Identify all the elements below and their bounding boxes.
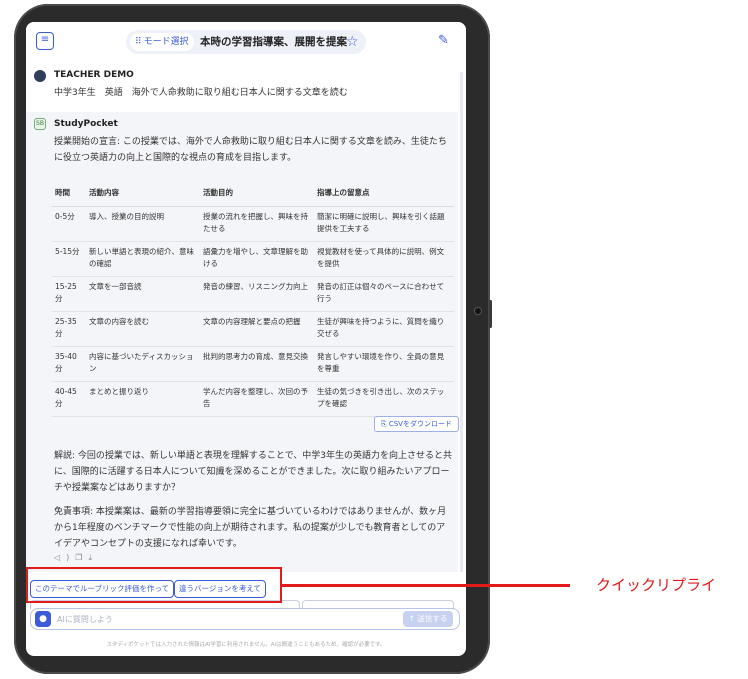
chat-input[interactable] [57,611,357,627]
callout-label: クイックリプライ [596,576,717,594]
table-row: 40-45分 まとめと振り返り 学んだ内容を整理し、次回の予告 生徒の気づきを引… [52,381,454,417]
mode-select-label: モード選択 [143,37,189,47]
download-icon: ⎘ [381,420,389,428]
table-cell: 新しい単語と表現の紹介、意味の確認 [86,241,200,277]
user-name: TEACHER DEMO [54,70,134,80]
top-bar: ≡ ⠿ モード選択 本時の学習指導案、展開を提案 ☆ ✎ [26,22,466,62]
table-cell: 発言しやすい環境を作り、全員の意見を尊重 [314,346,454,382]
star-icon[interactable]: ☆ [346,30,359,54]
edit-icon[interactable]: ✎ [438,32,449,50]
table-row: 15-25分 文章を一部音読 発音の練習、リスニング力向上 発音の訂正は個々のペ… [52,276,454,312]
speaker-icon[interactable]: ◁) [54,553,75,562]
bot-intro: 授業開始の宣言: この授業では、海外で人命救助に取り組む日本人に関する文章を読み… [54,137,447,163]
bot-avatar-icon: SB [34,118,46,130]
table-cell: 文章の内容を読む [86,311,200,347]
user-message-text: 中学3年生 英語 海外で人命救助に取り組む日本人に関する文章を読む [54,88,348,98]
table-cell: 35-40分 [52,346,86,382]
footer-note: スタディポケットでは入力された情報はAI学習に利用されません。AIは間違うことも… [106,642,386,648]
table-cell: まとめと振り返り [86,381,200,417]
table-cell: 40-45分 [52,381,86,417]
table-cell: 25-35分 [52,311,86,347]
table-cell: 簡潔に明確に説明し、興味を引く話題提供を工夫する [314,206,454,242]
table-cell: 語彙力を増やし、文章理解を助ける [200,241,314,277]
download-icon[interactable]: ⤓ [88,553,98,562]
table-header-row: 時間 活動内容 活動目的 指導上の留意点 [52,178,454,207]
csv-download-label: CSVをダウンロード [388,420,452,428]
mode-header: ⠿ モード選択 本時の学習指導案、展開を提案 ☆ [126,30,366,54]
table-cell: 0-5分 [52,206,86,242]
menu-icon[interactable]: ≡ [36,32,54,50]
table-header: 活動目的 [200,178,314,207]
table-cell: 文章の内容理解と要点の把握 [200,311,314,347]
tablet-side-button [489,300,492,328]
bot-message: SB StudyPocket 授業開始の宣言: この授業では、海外で人命救助に取… [26,112,459,572]
copy-icon[interactable]: ❐ [75,553,88,562]
send-button[interactable]: ↑ 送信する [403,611,453,627]
page-title: 本時の学習指導案、展開を提案 [200,36,347,48]
table-cell: 生徒が興味を持つように、質問を織り交ぜる [314,311,454,347]
table-cell: 内容に基づいたディスカッション [86,346,200,382]
mic-icon[interactable]: ● [35,611,51,627]
table-row: 35-40分 内容に基づいたディスカッション 批判的思考力の育成、意見交換 発言… [52,346,454,382]
callout-line [282,584,570,587]
bot-name: StudyPocket [54,119,118,129]
table-header: 時間 [52,178,86,207]
user-message: TEACHER DEMO 中学3年生 英語 海外で人命救助に取り組む日本人に関す… [26,62,456,112]
send-label: 送信する [417,614,448,623]
table-cell: 批判的思考力の育成、意見交換 [200,346,314,382]
table-row: 0-5分 導入、授業の目的説明 授業の流れを把握し、興味を持たせる 簡潔に明確に… [52,206,454,242]
quick-reply-highlight [26,567,282,603]
table-cell: 文章を一部音読 [86,276,200,312]
csv-download-button[interactable]: ⎘ CSVをダウンロード [374,416,459,432]
app-screen: ≡ ⠿ モード選択 本時の学習指導案、展開を提案 ☆ ✎ TEACHER DEMO… [26,22,466,656]
scrollbar[interactable] [460,72,463,572]
table-cell: 導入、授業の目的説明 [86,206,200,242]
chat-input-bar: ● ↑ 送信する [30,608,460,630]
table-cell: 発音の訂正は個々のペースに合わせて行う [314,276,454,312]
table-cell: 15-25分 [52,276,86,312]
bot-explanation: 解説: 今回の授業では、新しい単語と表現を理解することで、中学3年生の英語力を向… [54,451,452,493]
table-row: 5-15分 新しい単語と表現の紹介、意味の確認 語彙力を増やし、文章理解を助ける… [52,241,454,277]
grid-icon: ⠿ [135,37,142,47]
table-header: 指導上の留意点 [314,178,454,207]
mode-select-button[interactable]: ⠿ モード選択 [130,33,194,51]
bot-disclaimer: 免責事項: 本授業案は、最新の学習指導要領に完全に基づいているわけではありません… [54,507,447,549]
lesson-plan-table: 時間 活動内容 活動目的 指導上の留意点 0-5分 導入、授業の目的説明 授業の… [52,178,454,417]
table-row: 25-35分 文章の内容を読む 文章の内容理解と要点の把握 生徒が興味を持つよう… [52,311,454,347]
table-cell: 視覚教材を使って具体的に説明、例文を提供 [314,241,454,277]
user-avatar-icon [34,70,46,82]
table-header: 活動内容 [86,178,200,207]
table-cell: 学んだ内容を整理し、次回の予告 [200,381,314,417]
tablet-camera [474,307,482,315]
table-cell: 5-15分 [52,241,86,277]
table-cell: 生徒の気づきを引き出し、次のステップを確認 [314,381,454,417]
message-actions: ◁)❐⤓ [54,553,98,563]
table-cell: 授業の流れを把握し、興味を持たせる [200,206,314,242]
table-cell: 発音の練習、リスニング力向上 [200,276,314,312]
